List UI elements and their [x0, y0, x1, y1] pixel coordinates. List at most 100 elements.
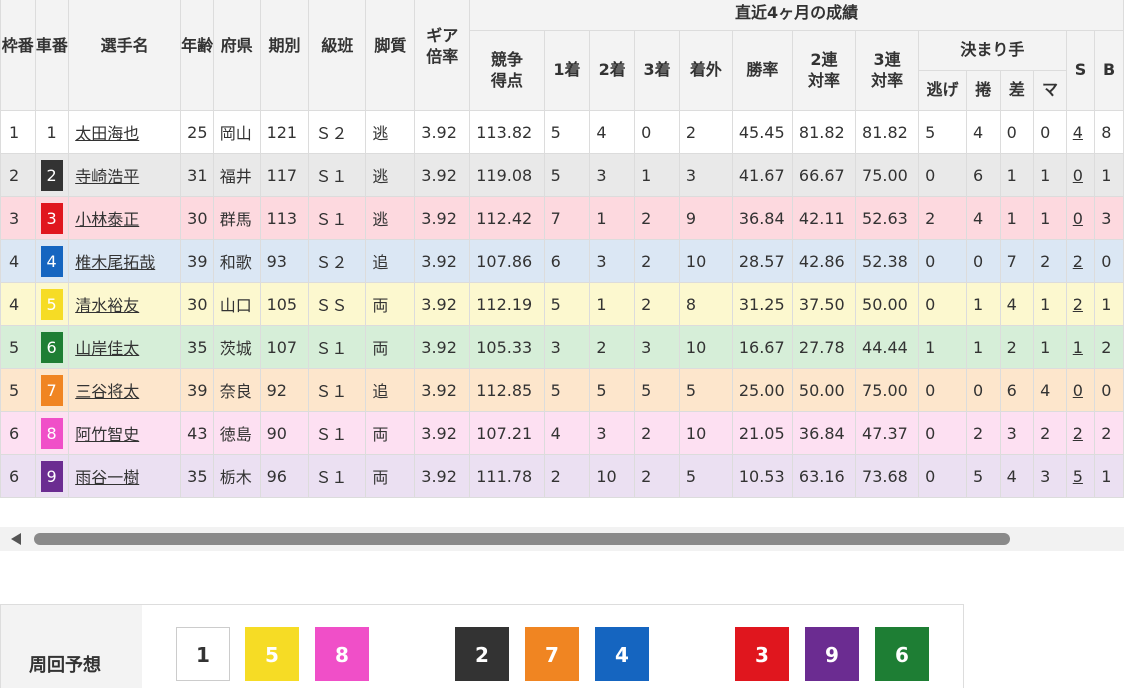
gear-cell: 3.92 [414, 153, 471, 197]
col-header-kimarite: 決まり手 [918, 30, 1067, 71]
mark-cell: 3 [1033, 454, 1067, 498]
bike-number-badge: 8 [40, 417, 63, 449]
lap-prediction-label: 周回予想 [1, 605, 142, 688]
age-cell: 39 [180, 368, 214, 412]
s-cell: 0 [1065, 153, 1096, 197]
sashi-cell: 0 [999, 110, 1035, 154]
style-cell: 追 [365, 368, 416, 412]
first-cell: 5 [543, 282, 591, 326]
win-cell: 31.25 [731, 282, 793, 326]
s-value-link[interactable]: 2 [1073, 424, 1083, 443]
bike-number-badge: 9 [40, 460, 63, 492]
first-cell: 4 [543, 411, 591, 455]
racer-name-link[interactable]: 小林泰正 [75, 210, 139, 229]
waku-cell: 5 [0, 368, 36, 412]
out-cell: 3 [678, 153, 733, 197]
sashi-cell: 1 [999, 153, 1035, 197]
makuri-cell: 4 [965, 110, 1001, 154]
scroll-left-arrow-icon[interactable] [11, 533, 21, 545]
racer-name-link[interactable]: 椎木尾拓哉 [75, 253, 155, 272]
racer-name-link[interactable]: 寺崎浩平 [75, 167, 139, 186]
term-cell: 93 [259, 239, 310, 283]
score-cell: 119.08 [469, 153, 545, 197]
nige-cell: 0 [918, 239, 967, 283]
col-header-class: 級班 [308, 0, 367, 111]
s-value-link[interactable]: 0 [1073, 209, 1083, 228]
prediction-chip: 1 [176, 627, 230, 681]
score-cell: 112.19 [469, 282, 545, 326]
col-header-score: 競争得点 [469, 30, 545, 111]
bike-number-badge: 4 [40, 245, 63, 277]
s-value-link[interactable]: 2 [1073, 252, 1083, 271]
second-cell: 4 [589, 110, 636, 154]
third-cell: 2 [634, 411, 680, 455]
ren3-cell: 52.63 [855, 196, 920, 240]
racer-name-link[interactable]: 山岸佳太 [75, 339, 139, 358]
s-value-link[interactable]: 2 [1073, 295, 1083, 314]
ren3-cell: 75.00 [855, 368, 920, 412]
nige-cell: 0 [918, 454, 967, 498]
second-cell: 1 [589, 196, 636, 240]
waku-cell: 2 [0, 153, 36, 197]
pref-cell: 群馬 [212, 196, 261, 240]
first-cell: 5 [543, 110, 591, 154]
mark-cell: 4 [1033, 368, 1067, 412]
bike-number-badge: 2 [40, 159, 63, 191]
racer-name-link[interactable]: 雨谷一樹 [75, 468, 139, 487]
b-cell: 1 [1094, 153, 1124, 197]
ren3-cell: 52.38 [855, 239, 920, 283]
waku-cell: 6 [0, 454, 36, 498]
age-cell: 35 [180, 325, 214, 369]
racer-name-link[interactable]: 太田海也 [75, 124, 139, 143]
third-cell: 2 [634, 454, 680, 498]
s-cell: 0 [1065, 196, 1096, 240]
second-cell: 2 [589, 325, 636, 369]
racer-name-link[interactable]: 阿竹智史 [75, 425, 139, 444]
racer-name-link[interactable]: 清水裕友 [75, 296, 139, 315]
col-header-term: 期別 [259, 0, 310, 111]
score-cell: 105.33 [469, 325, 545, 369]
style-cell: 両 [365, 454, 416, 498]
s-value-link[interactable]: 0 [1073, 166, 1083, 185]
s-value-link[interactable]: 1 [1073, 338, 1083, 357]
b-cell: 0 [1094, 239, 1124, 283]
first-cell: 6 [543, 239, 591, 283]
age-cell: 30 [180, 196, 214, 240]
pref-cell: 茨城 [212, 325, 261, 369]
lap-prediction-label-text: 周回予想 [29, 655, 101, 676]
racer-name-link[interactable]: 三谷将太 [75, 382, 139, 401]
second-cell: 3 [589, 153, 636, 197]
lap-prediction-panel: 周回予想 158 274 396 [0, 604, 964, 688]
mark-cell: 1 [1033, 325, 1067, 369]
bike-number-badge: 5 [40, 288, 63, 320]
horizontal-scrollbar[interactable] [0, 527, 1124, 551]
col-header-third: 3着 [634, 30, 680, 111]
third-cell: 2 [634, 196, 680, 240]
term-cell: 90 [259, 411, 310, 455]
ren3-cell: 75.00 [855, 153, 920, 197]
gear-cell: 3.92 [414, 282, 471, 326]
style-cell: 逃 [365, 110, 416, 154]
col-header-sashi: 差 [999, 70, 1035, 111]
win-cell: 10.53 [731, 454, 793, 498]
ren2-cell: 63.16 [791, 454, 857, 498]
nige-cell: 0 [918, 411, 967, 455]
s-value-link[interactable]: 0 [1073, 381, 1083, 400]
ren2-cell: 50.00 [791, 368, 857, 412]
makuri-cell: 0 [965, 239, 1001, 283]
second-cell: 5 [589, 368, 636, 412]
s-value-link[interactable]: 5 [1073, 467, 1083, 486]
mark-cell: 1 [1033, 196, 1067, 240]
win-cell: 36.84 [731, 196, 793, 240]
col-header-recent: 直近4ヶ月の成績 [469, 0, 1124, 31]
class-cell: Ｓ１ [308, 153, 367, 197]
age-cell: 39 [180, 239, 214, 283]
pref-cell: 福井 [212, 153, 261, 197]
sha-cell: 9 [34, 454, 70, 498]
win-cell: 25.00 [731, 368, 793, 412]
sha-cell: 2 [34, 153, 70, 197]
bike-number-badge: 1 [46, 122, 57, 142]
col-header-age: 年齢 [180, 0, 214, 111]
s-value-link[interactable]: 4 [1073, 123, 1083, 142]
scrollbar-thumb[interactable] [34, 533, 1010, 545]
